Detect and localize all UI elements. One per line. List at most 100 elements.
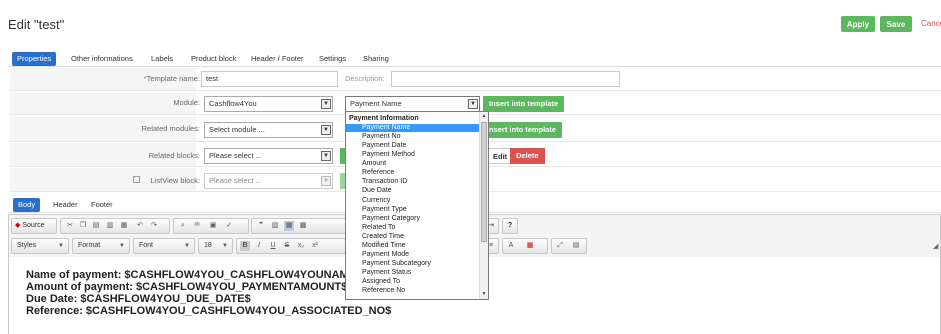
related-blocks-select[interactable]: Please select ... ▼ xyxy=(204,148,333,164)
subtab-body[interactable]: Body xyxy=(13,198,41,212)
listview-block-select[interactable]: Please select ... ▼ xyxy=(204,173,333,189)
dropdown-option[interactable]: Amount xyxy=(346,160,480,168)
cancel-link[interactable]: Cancel xyxy=(921,19,941,28)
collapse-toolbar-icon[interactable]: ◢ xyxy=(933,242,938,250)
subtab-header[interactable]: Header xyxy=(48,198,83,212)
tab-product-block[interactable]: Product block xyxy=(186,52,241,66)
dropdown-option[interactable]: Modified Time xyxy=(346,242,480,250)
chevron-down-icon: ▼ xyxy=(468,99,478,109)
content-line: Name of payment: $CASHFLOW4YOU_CASHFLOW4… xyxy=(26,269,349,281)
description-input[interactable] xyxy=(391,71,620,87)
redo-icon[interactable]: ↷ xyxy=(149,221,159,231)
dropdown-option[interactable]: Payment Date xyxy=(346,142,480,150)
dropdown-option[interactable]: Reference xyxy=(346,169,480,177)
div-icon[interactable]: ▧ xyxy=(270,221,280,231)
bold-icon[interactable]: B xyxy=(240,241,250,251)
insert-related-into-template-button[interactable]: nsert into template xyxy=(483,122,563,138)
help-button[interactable]: ? xyxy=(502,218,518,234)
cut-icon[interactable]: ✂ xyxy=(65,221,75,231)
delete-button[interactable]: Delete xyxy=(510,148,545,164)
strikethrough-icon[interactable]: S xyxy=(282,241,292,251)
italic-icon[interactable]: I xyxy=(254,241,264,251)
save-button[interactable]: Save xyxy=(880,16,912,32)
dropdown-option[interactable]: Payment Subcategory xyxy=(346,260,480,268)
chevron-down-icon: ▼ xyxy=(321,151,331,161)
dropdown-option[interactable]: Created Time xyxy=(346,233,480,241)
dropdown-option[interactable]: Reference No xyxy=(346,287,480,295)
module-select[interactable]: Cashflow4You ▼ xyxy=(204,96,333,112)
font-combo[interactable]: Font ▼ xyxy=(133,238,195,254)
blockquote-icon[interactable]: ❞ xyxy=(256,221,266,231)
apply-button[interactable]: Apply xyxy=(841,16,875,32)
tab-labels[interactable]: Labels xyxy=(146,52,178,66)
styles-combo[interactable]: Styles ▼ xyxy=(11,238,69,254)
dropdown-option[interactable]: Payment Name xyxy=(346,124,480,132)
select-all-icon[interactable]: ▣ xyxy=(208,221,218,231)
field-select[interactable]: Payment Name ▼ xyxy=(345,96,480,112)
color-toolbar-group: A ▦ xyxy=(502,238,548,254)
paste-text-icon[interactable]: ▥ xyxy=(105,221,115,231)
dropdown-option[interactable]: Currency xyxy=(346,197,480,205)
edit-button[interactable]: Edit xyxy=(488,148,513,164)
page-title: Edit "test" xyxy=(8,17,65,32)
tab-sharing[interactable]: Sharing xyxy=(358,52,394,66)
scrollbar-thumb[interactable] xyxy=(481,122,487,242)
font-size-combo[interactable]: 18 ▼ xyxy=(198,238,233,254)
dropdown-option[interactable]: Related To xyxy=(346,224,480,232)
copy-icon[interactable]: ❐ xyxy=(78,221,88,231)
tab-other-informations[interactable]: Other informations xyxy=(66,52,138,66)
tab-properties[interactable]: Properties xyxy=(12,52,57,66)
extra-toolbar-group: ⤢ ▤ xyxy=(551,238,587,254)
field-dropdown-list: Payment Information Payment Name Payment… xyxy=(345,111,489,300)
related-modules-label: Related modules: xyxy=(141,124,200,133)
insert-into-template-button[interactable]: Insert into template xyxy=(483,96,565,112)
tab-settings[interactable]: Settings xyxy=(314,52,351,66)
paste-word-icon[interactable]: ▦ xyxy=(119,221,129,231)
chevron-down-icon: ▼ xyxy=(184,243,190,249)
dropdown-option[interactable]: Payment Type xyxy=(346,206,480,214)
show-blocks-icon[interactable]: ▤ xyxy=(571,241,581,251)
find-icon[interactable]: ⌕ xyxy=(178,221,188,231)
scroll-down-icon[interactable]: ▼ xyxy=(481,291,487,297)
paste-icon[interactable]: ▤ xyxy=(91,221,101,231)
underline-icon[interactable]: U xyxy=(268,241,278,251)
content-line: Due Date: $CASHFLOW4YOU_DUE_DATE$ xyxy=(26,293,251,305)
undo-icon[interactable]: ↶ xyxy=(135,221,145,231)
related-modules-select[interactable]: Select module ... ▼ xyxy=(204,122,333,138)
maximize-icon[interactable]: ⤢ xyxy=(555,241,565,251)
dropdown-option[interactable]: Payment Status xyxy=(346,269,480,277)
dropdown-option[interactable]: Payment Mode xyxy=(346,251,480,259)
dropdown-option[interactable]: Payment No xyxy=(346,133,480,141)
chevron-down-icon: ▼ xyxy=(321,125,331,135)
chevron-down-icon: ▼ xyxy=(321,99,331,109)
format-combo[interactable]: Format ▼ xyxy=(72,238,130,254)
scroll-up-icon[interactable]: ▲ xyxy=(481,113,487,119)
find-toolbar-group: ⌕ ᵃᵇ ▣ ✓ xyxy=(173,218,249,234)
insert-toolbar-group: ❞ ▧ ▦ ▩ xyxy=(251,218,346,234)
replace-icon[interactable]: ᵃᵇ xyxy=(192,221,202,231)
listview-block-label: ListView block: xyxy=(30,176,200,185)
dropdown-scrollbar[interactable]: ▲ ▼ xyxy=(479,112,488,299)
dropdown-option[interactable]: Transaction ID xyxy=(346,178,480,186)
chevron-down-icon: ▼ xyxy=(321,176,331,186)
dropdown-option[interactable]: Payment Category xyxy=(346,215,480,223)
dropdown-option[interactable]: Assigned To xyxy=(346,278,480,286)
source-button[interactable]: ◆ Source xyxy=(11,218,57,234)
table-grid-icon[interactable]: ▦ xyxy=(525,241,535,251)
subscript-icon[interactable]: x₂ xyxy=(296,241,306,251)
subtab-footer[interactable]: Footer xyxy=(86,198,118,212)
clipboard-toolbar-group: ✂ ❐ ▤ ▥ ▦ ↶ ↷ xyxy=(60,218,170,234)
content-line: Reference: $CASHFLOW4YOU_CASHFLOW4YOU_AS… xyxy=(26,305,392,317)
dropdown-option[interactable]: Due Date xyxy=(346,187,480,195)
template-icon[interactable]: ▩ xyxy=(298,221,308,231)
superscript-icon[interactable]: x² xyxy=(310,241,320,251)
listview-checkbox[interactable] xyxy=(133,176,140,183)
dropdown-option[interactable]: Payment Method xyxy=(346,151,480,159)
table-icon[interactable]: ▦ xyxy=(284,221,294,231)
chevron-down-icon: ▼ xyxy=(58,243,64,249)
template-name-row: *Template name: test Description: xyxy=(10,68,941,91)
tab-header-footer[interactable]: Header / Footer xyxy=(246,52,309,66)
text-color-icon[interactable]: A xyxy=(506,241,516,251)
spellcheck-icon[interactable]: ✓ xyxy=(224,221,234,231)
template-name-input[interactable]: test xyxy=(201,71,338,87)
